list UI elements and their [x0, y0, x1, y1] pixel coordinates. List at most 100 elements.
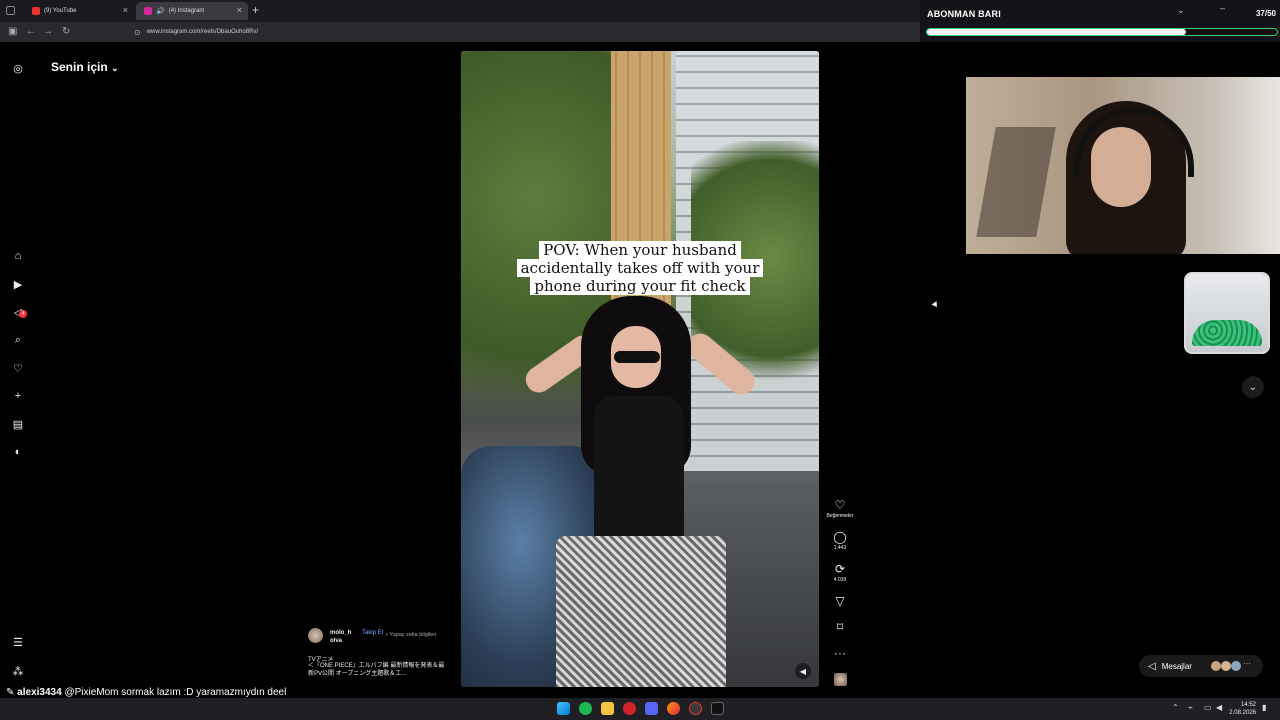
chevron-down-icon: ⌄	[111, 63, 119, 73]
person-skirt	[556, 536, 726, 687]
avatar[interactable]	[308, 628, 323, 643]
audio-thumbnail[interactable]	[834, 673, 847, 686]
obs-icon[interactable]	[689, 702, 702, 715]
feed-label: Senin için	[51, 60, 108, 74]
close-icon[interactable]: ×	[123, 5, 128, 15]
insights-icon[interactable]: ▤	[11, 417, 25, 431]
notification-badge: 4	[19, 310, 27, 318]
discord-icon[interactable]	[645, 702, 658, 715]
author-name[interactable]: molo_h olva	[330, 629, 358, 645]
repost-icon: ⟳	[834, 562, 846, 576]
close-icon[interactable]: ×	[237, 5, 242, 15]
taskbar: ⌃ ⌁ ▭ ◀ 14:52 2.08.2026 ▮	[0, 698, 1280, 720]
avatar	[1211, 661, 1221, 671]
shadow	[976, 127, 1056, 237]
tab-actions-icon[interactable]	[6, 6, 15, 15]
profile-icon[interactable]: ◐	[11, 445, 25, 459]
chevron-up-icon[interactable]: ⌃	[1172, 703, 1179, 712]
more-icon: ···	[1243, 659, 1251, 668]
speaker-icon[interactable]: 🔊	[156, 7, 165, 15]
tab-label: (9) YouTube	[44, 8, 77, 14]
repost-button[interactable]: ⟳ 4.039	[822, 562, 858, 583]
direct-messages-icon[interactable]: ◁ 4	[11, 305, 27, 319]
jar-contents	[1192, 320, 1262, 346]
opera-icon[interactable]	[623, 702, 636, 715]
save-button[interactable]: ⌑	[822, 620, 858, 634]
create-icon[interactable]: +	[11, 389, 25, 403]
chat-username: alexi3434	[17, 687, 62, 698]
more-icon: ···	[834, 646, 846, 660]
heart-icon[interactable]: ♡	[11, 361, 25, 375]
volume-icon[interactable]: ◀	[795, 663, 811, 679]
reel-video[interactable]: POV: When your husband accidentally take…	[461, 51, 819, 687]
apps-icon[interactable]: ⁂	[11, 664, 25, 678]
forward-icon[interactable]: →	[43, 26, 53, 37]
comment-button[interactable]: ◯ 1.443	[822, 530, 858, 551]
webcam-feed	[966, 77, 1280, 254]
goal-count: 37/50	[1255, 9, 1276, 18]
file-explorer-icon[interactable]	[601, 702, 614, 715]
instagram-icon	[144, 7, 152, 15]
tab-instagram[interactable]: 🔊 (4) Instagram ×	[136, 2, 248, 20]
chevron-down-icon[interactable]: ⌄	[1177, 5, 1185, 16]
notification-icon[interactable]: ▮	[1262, 703, 1266, 712]
address-bar-row: ▣ ← → ↻ ⊙ www.instagram.com/reels/DbauOu…	[0, 22, 920, 42]
like-button[interactable]: ♡ Beğenmeler	[822, 498, 858, 519]
send-icon: ◁	[1148, 660, 1156, 672]
repost-count: 4.039	[833, 577, 847, 583]
avatar	[1231, 661, 1241, 671]
windows-start-icon[interactable]	[557, 702, 570, 715]
chevron-down-icon[interactable]: ⌄	[1242, 376, 1264, 398]
clock[interactable]: 14:52 2.08.2026	[1229, 701, 1256, 717]
reel-description[interactable]: ＜『ONE PIECE』エルバフ編 最新情報を発表＆最新PV公開 オープニング主…	[308, 662, 448, 678]
mouse-cursor	[931, 301, 940, 309]
home-icon[interactable]: ⌂	[11, 249, 25, 263]
send-icon: ▽	[835, 594, 845, 608]
sidebar-toggle-icon[interactable]: ▣	[8, 26, 17, 37]
comment-icon: ◯	[833, 530, 847, 544]
clock-date: 2.08.2026	[1229, 710, 1256, 716]
tab-label: (4) Instagram	[168, 8, 205, 14]
url-field[interactable]: ⊙ www.instagram.com/reels/DbauOuho8Rv/	[134, 25, 914, 39]
search-icon[interactable]: ⌕	[11, 333, 25, 347]
youtube-icon	[32, 7, 40, 15]
comment-count: 1.443	[833, 545, 847, 551]
network-icon[interactable]: ⌁	[1188, 703, 1193, 712]
messages-button[interactable]: ◁ Mesajlar ···	[1139, 655, 1263, 677]
firefox-icon[interactable]	[667, 702, 680, 715]
goal-progress-bar	[926, 28, 1278, 36]
ai-info-label[interactable]: • Yapay zeka bilgileri	[386, 632, 466, 638]
chat-badge-icon: ✎	[6, 687, 18, 698]
like-label: Beğenmeler	[826, 513, 854, 519]
terminal-icon[interactable]	[711, 702, 724, 715]
tip-jar-widget	[1184, 272, 1270, 354]
instagram-logo-icon[interactable]: ◎	[11, 61, 25, 75]
spotify-icon[interactable]	[579, 702, 592, 715]
menu-icon[interactable]: ☰	[11, 635, 25, 649]
person-top	[594, 396, 684, 546]
messages-label: Mesajlar	[1161, 661, 1192, 671]
sunglasses	[614, 351, 660, 363]
more-options-button[interactable]: ···	[822, 646, 858, 660]
goal-progress-fill	[927, 29, 1186, 35]
display-icon[interactable]: ▭	[1204, 703, 1212, 712]
new-tab-button[interactable]: +	[252, 3, 259, 17]
volume-icon[interactable]: ◀	[1216, 703, 1222, 712]
goal-title: ABONMAN BARI	[927, 9, 1001, 19]
reels-icon[interactable]: ▶	[11, 277, 25, 291]
tab-youtube[interactable]: (9) YouTube ×	[24, 2, 134, 20]
heart-icon: ♡	[834, 498, 846, 512]
minimize-icon[interactable]: –	[1220, 3, 1225, 13]
bookmark-icon: ⌑	[836, 620, 844, 634]
url-text: www.instagram.com/reels/DbauOuho8Rv/	[146, 29, 259, 35]
clock-time: 14:52	[1240, 702, 1256, 708]
back-icon[interactable]: ←	[26, 26, 36, 37]
feed-selector[interactable]: Senin için ⌄	[51, 60, 119, 74]
reload-icon[interactable]: ↻	[62, 26, 70, 37]
subscriber-goal-overlay: ABONMAN BARI ⌄ – 37/50	[920, 0, 1280, 42]
follow-button[interactable]: Takip Et	[362, 629, 384, 637]
share-button[interactable]: ▽	[822, 594, 858, 608]
site-info-icon[interactable]: ⊙	[134, 28, 141, 37]
reel-caption: POV: When your husband accidentally take…	[505, 241, 775, 295]
reel-caption-text: POV: When your husband accidentally take…	[516, 241, 764, 295]
